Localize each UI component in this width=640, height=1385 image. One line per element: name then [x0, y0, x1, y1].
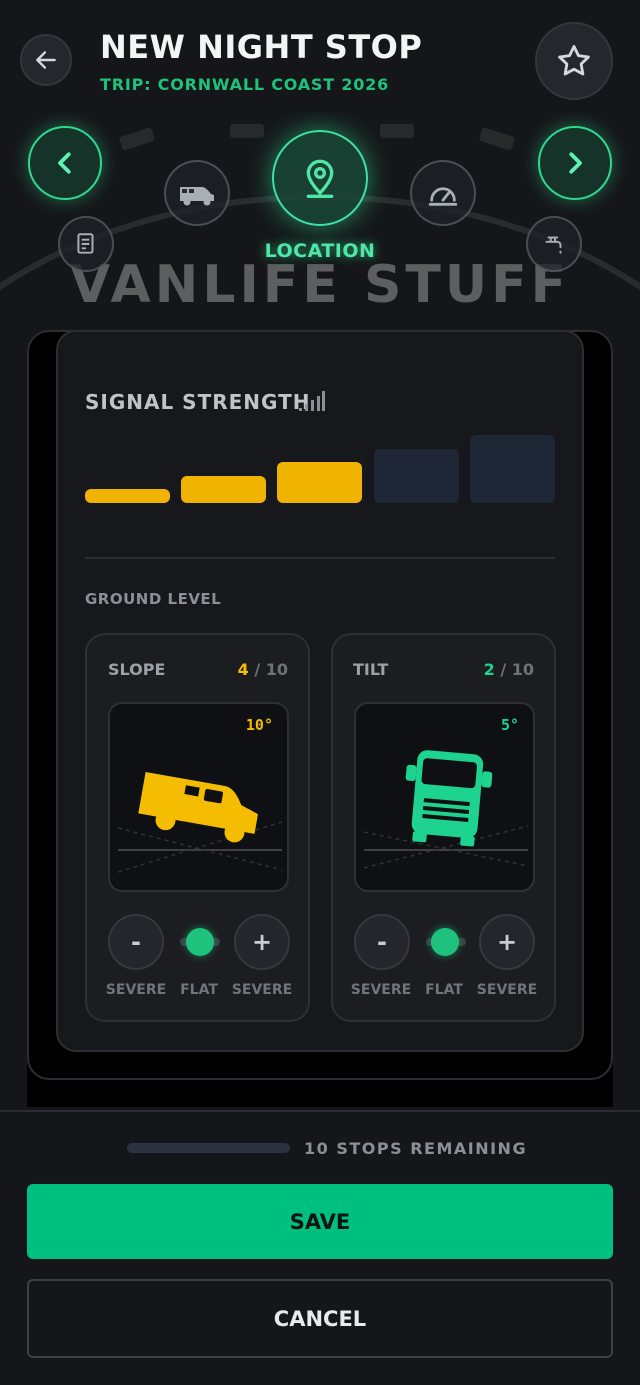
favorite-button[interactable] [535, 22, 613, 100]
slope-decrease-button[interactable]: - [108, 914, 164, 970]
category-notes[interactable] [58, 216, 114, 272]
slope-max: / 10 [254, 660, 288, 679]
tilt-max: / 10 [500, 660, 534, 679]
section-divider [85, 557, 555, 559]
slope-score: 4 / 10 [238, 660, 288, 679]
next-category-button[interactable] [538, 126, 612, 200]
signal-bar[interactable] [277, 462, 362, 503]
chevron-left-icon [58, 152, 71, 174]
star-icon [558, 45, 590, 76]
van-icon [180, 187, 214, 206]
tilt-card: TILT 2 / 10 5° - + SEVERE FLAT SEVERE [331, 633, 556, 1022]
save-button[interactable]: SAVE [27, 1184, 613, 1259]
category-carousel: VANLIFE STUFF LOCATION [0, 112, 640, 347]
category-location[interactable] [272, 130, 368, 226]
active-category-label: LOCATION [264, 240, 376, 262]
tilt-increase-button[interactable]: + [479, 914, 535, 970]
signal-strength-title: SIGNAL STRENGTH [85, 390, 311, 414]
tilt-decrease-button[interactable]: - [354, 914, 410, 970]
ground-level-label: GROUND LEVEL [85, 590, 222, 608]
header-bar: NEW NIGHT STOP TRIP: CORNWALL COAST 2026 [0, 0, 640, 112]
tilt-severe-left-label: SEVERE [350, 982, 412, 998]
category-water[interactable] [526, 216, 582, 272]
tilt-value: 2 [483, 660, 495, 679]
slope-slider-knob[interactable] [186, 928, 214, 956]
van-side-icon [117, 771, 283, 873]
slope-flat-label: FLAT [180, 982, 218, 998]
slope-value: 4 [237, 660, 249, 679]
back-button[interactable] [20, 34, 72, 86]
category-speed[interactable] [410, 160, 476, 226]
slope-severe-left-label: SEVERE [105, 982, 167, 998]
signal-bars-icon [299, 391, 325, 411]
cancel-button[interactable]: CANCEL [27, 1279, 613, 1358]
signal-bar[interactable] [470, 435, 555, 503]
slope-label: SLOPE [108, 660, 166, 679]
van-front-icon [363, 750, 529, 869]
chevron-right-icon [569, 152, 582, 174]
notes-icon [77, 233, 94, 254]
location-pin-icon [306, 159, 334, 198]
signal-bar[interactable] [374, 449, 459, 503]
tilt-label: TILT [353, 660, 389, 679]
signal-bar[interactable] [181, 476, 266, 503]
previous-category-button[interactable] [28, 126, 102, 200]
stops-remaining-text: 10 STOPS REMAINING [304, 1139, 528, 1158]
category-vehicle[interactable] [164, 160, 230, 226]
water-tap-icon [545, 236, 562, 254]
slope-increase-button[interactable]: + [234, 914, 290, 970]
slope-card: SLOPE 4 / 10 10° - + SEVERE FLAT SEVERE [85, 633, 310, 1022]
slope-visualizer: 10° [108, 702, 289, 892]
tilt-visualizer: 5° [354, 702, 535, 892]
tilt-score: 2 / 10 [484, 660, 534, 679]
tilt-slider-knob[interactable] [431, 928, 459, 956]
speedometer-icon [428, 187, 458, 206]
slope-severe-right-label: SEVERE [231, 982, 293, 998]
page-title: NEW NIGHT STOP [100, 28, 423, 66]
arrow-left-icon [36, 51, 56, 69]
tilt-flat-label: FLAT [425, 982, 463, 998]
tilt-severe-right-label: SEVERE [476, 982, 538, 998]
stops-progress-bar [127, 1143, 290, 1153]
tire-brand-text: VANLIFE STUFF [70, 255, 570, 315]
trip-subtitle: TRIP: CORNWALL COAST 2026 [100, 75, 390, 94]
signal-bar[interactable] [85, 489, 170, 503]
